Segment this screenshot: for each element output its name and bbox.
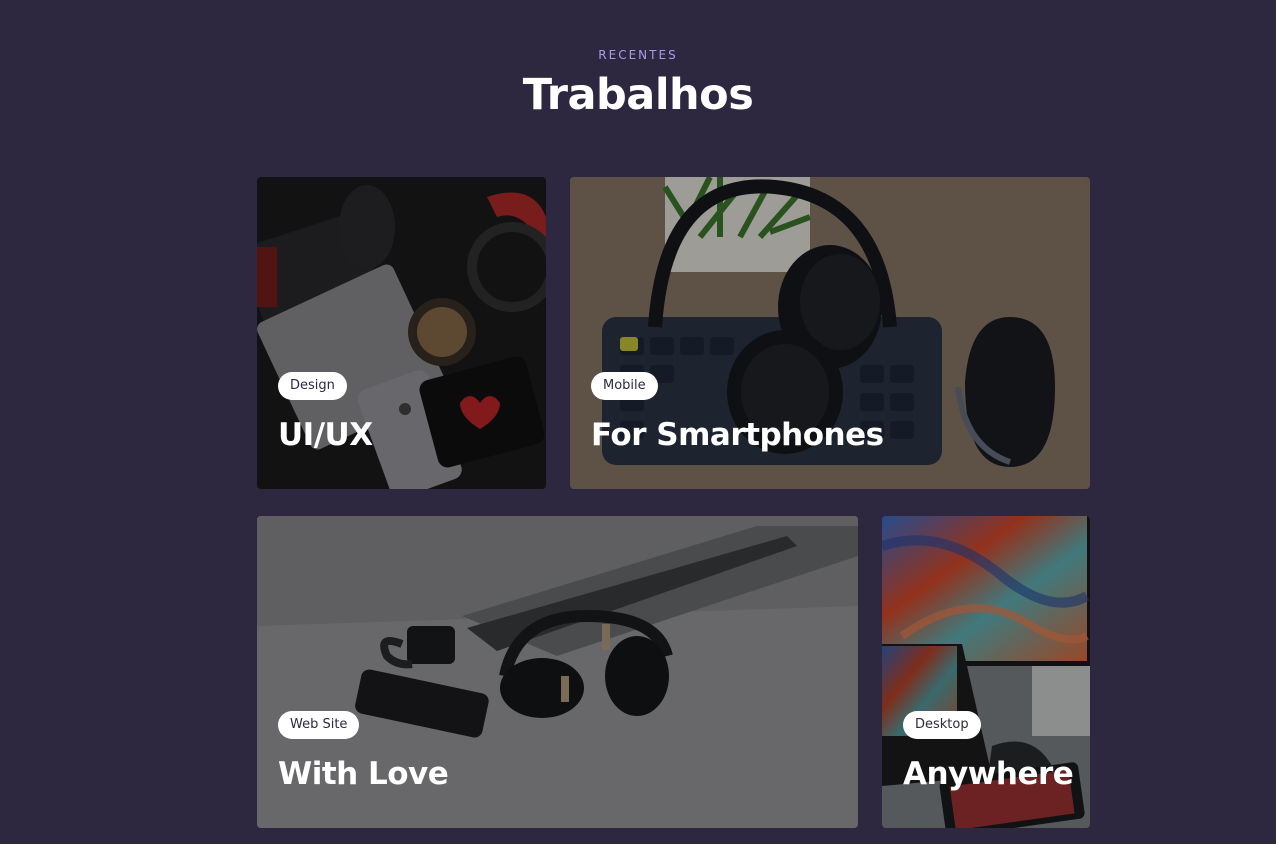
card-tag: Design (278, 372, 347, 400)
card-title: UI/UX (278, 417, 373, 453)
work-card-uiux[interactable]: Design UI/UX (257, 177, 546, 489)
work-card-desktop[interactable]: Desktop Anywhere (882, 516, 1090, 828)
card-title: Anywhere (903, 756, 1074, 792)
section-eyebrow: RECENTES (598, 48, 678, 62)
card-tag: Desktop (903, 711, 981, 739)
card-tag: Mobile (591, 372, 658, 400)
card-title: With Love (278, 756, 449, 792)
work-card-smartphones[interactable]: Mobile For Smartphones (570, 177, 1090, 489)
card-tag: Web Site (278, 711, 360, 739)
work-card-website[interactable]: Web Site With Love (257, 516, 858, 828)
works-section: RECENTES Trabalhos Design UI/UX Mobile F… (0, 0, 1276, 844)
section-title: Trabalhos (522, 70, 754, 120)
card-title: For Smartphones (591, 417, 884, 453)
